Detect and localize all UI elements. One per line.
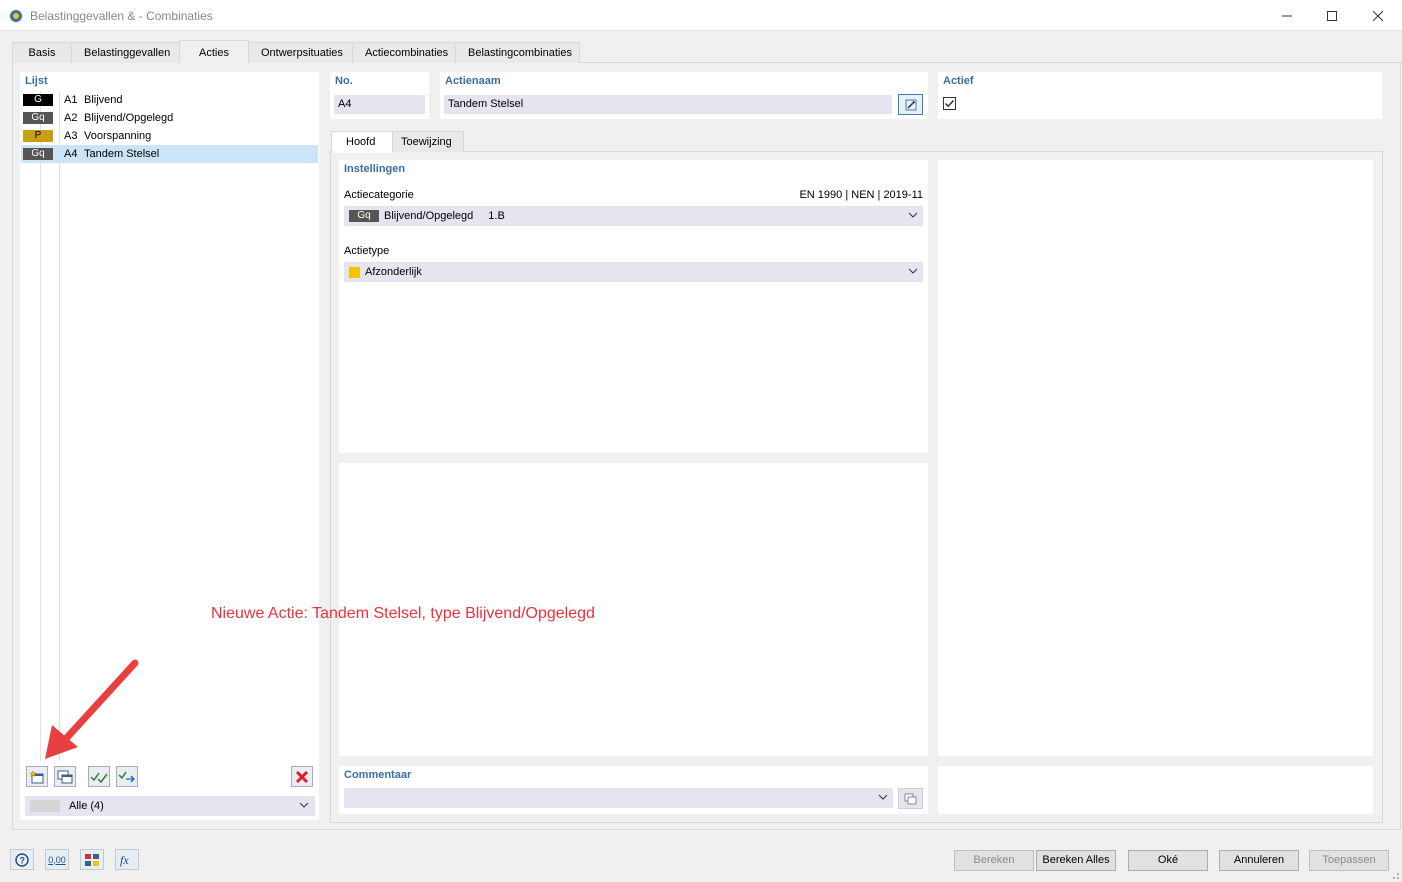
app-icon [10,10,22,22]
tab-ontwerpsituaties[interactable]: Ontwerpsituaties [248,42,353,63]
minimize-icon[interactable] [1264,0,1310,31]
action-name: Blijvend/Opgelegd [84,112,174,124]
delete-icon [295,770,309,783]
check-all-icon [90,772,108,783]
number-field[interactable]: A4 [334,95,425,114]
action-type-select[interactable]: Afzonderlijk [344,262,923,282]
list-item-selected[interactable]: Gq A4 Tandem Stelsel [21,145,318,163]
copy-action-button[interactable] [54,766,76,787]
action-category-badge: G [23,94,53,106]
list-filter-select[interactable]: Alle (4) [25,796,315,816]
category-badge: Gq [349,210,379,222]
svg-text:?: ? [20,855,26,865]
list-item[interactable]: Gq A2 Blijvend/Opgelegd [21,109,318,127]
type-value: Afzonderlijk [365,266,422,278]
filter-swatch [30,800,60,812]
annotation-arrow [45,659,139,759]
action-category-badge: Gq [23,112,53,124]
delete-action-button[interactable] [291,766,313,787]
display-properties-button[interactable] [80,849,104,870]
category-value: Blijvend/Opgelegd [384,210,474,222]
help-icon: ? [15,852,29,867]
action-name: Voorspanning [84,130,152,142]
tab-acties[interactable]: Acties [179,40,249,63]
tab-belastingcombinaties[interactable]: Belastingcombinaties [455,42,580,63]
action-number: A2 [64,112,78,124]
resize-grip-icon[interactable] [1388,868,1400,880]
number-label: No. [335,75,353,87]
toggle-check-button[interactable] [116,766,138,787]
action-number: A3 [64,130,78,142]
active-label: Actief [943,75,974,87]
tab-toewijzing[interactable]: Toewijzing [392,131,464,152]
tab-actiecombinaties[interactable]: Actiecombinaties [352,42,456,63]
sub-tabs: Hoofd Toewijzing [331,131,464,153]
formula-icon: fx [120,853,129,867]
formula-button[interactable]: fx [115,849,139,870]
apply-button[interactable]: Toepassen [1309,850,1389,871]
type-color-swatch [349,266,360,278]
chevron-down-icon [908,212,918,218]
norm-label: EN 1990 | NEN | 2019-11 [799,189,923,201]
tab-belastinggevallen[interactable]: Belastinggevallen [71,42,180,63]
units-icon: 0,00 [48,854,66,865]
filter-value: Alle (4) [69,800,104,812]
copy-icon [57,770,73,783]
new-action-button[interactable] [26,766,48,787]
action-category-badge: Gq [23,148,53,160]
help-button[interactable]: ? [10,849,34,870]
action-name-label: Actienaam [445,75,501,87]
comment-field[interactable] [344,788,893,808]
active-checkbox[interactable] [943,97,956,110]
cancel-button[interactable]: Annuleren [1219,850,1299,871]
tab-basis[interactable]: Basis [12,42,72,63]
chevron-down-icon [908,268,918,274]
category-code: 1.B [488,210,505,222]
units-button[interactable]: 0,00 [45,849,69,870]
comment-label: Commentaar [344,769,412,781]
category-select[interactable]: Gq Blijvend/Opgelegd 1.B [344,206,923,226]
type-label: Actietype [344,245,390,257]
settings-header: Instellingen [344,163,406,175]
tab-hoofd[interactable]: Hoofd [331,131,393,153]
copy-icon [904,793,916,804]
checkmark-icon [945,100,954,108]
pencil-icon [905,99,916,110]
list-item[interactable]: P A3 Voorspanning [21,127,318,145]
ok-button[interactable]: Oké [1128,850,1208,871]
calculate-button[interactable]: Bereken [954,850,1034,871]
calculate-all-button[interactable]: Bereken Alles [1036,850,1116,871]
list-header: Lijst [25,75,48,87]
main-tabs: Basis Belastinggevallen Acties Ontwerpsi… [12,40,580,63]
action-number: A1 [64,94,78,106]
right-panel [938,160,1373,756]
comment-library-button[interactable] [898,788,923,809]
maximize-icon[interactable] [1309,0,1355,31]
settings-panel: Instellingen Actiecategorie EN 1990 | NE… [339,160,928,453]
edit-name-button[interactable] [898,94,923,115]
chevron-down-icon [878,794,888,800]
action-number: A4 [64,148,78,160]
active-field-box: Actief [938,72,1382,119]
display-properties-icon [85,853,99,866]
annotation-text: Nieuwe Actie: Tandem Stelsel, type Blijv… [211,605,595,622]
check-all-button[interactable] [88,766,110,787]
action-category-badge: P [23,130,53,142]
close-icon[interactable] [1355,0,1401,31]
comment-right-panel [938,766,1373,814]
action-name-field[interactable]: Tandem Stelsel [444,95,892,114]
chevron-down-icon [299,802,309,808]
window-title: Belastinggevallen & - Combinaties [30,9,213,23]
action-name: Tandem Stelsel [84,148,160,160]
new-item-icon [29,769,44,783]
svg-text:fx: fx [120,853,129,867]
action-name: Blijvend [84,94,123,106]
category-label: Actiecategorie [344,189,414,201]
title-bar: Belastinggevallen & - Combinaties [0,0,1402,31]
list-item[interactable]: G A1 Blijvend [21,91,318,109]
toggle-check-icon [118,771,135,782]
